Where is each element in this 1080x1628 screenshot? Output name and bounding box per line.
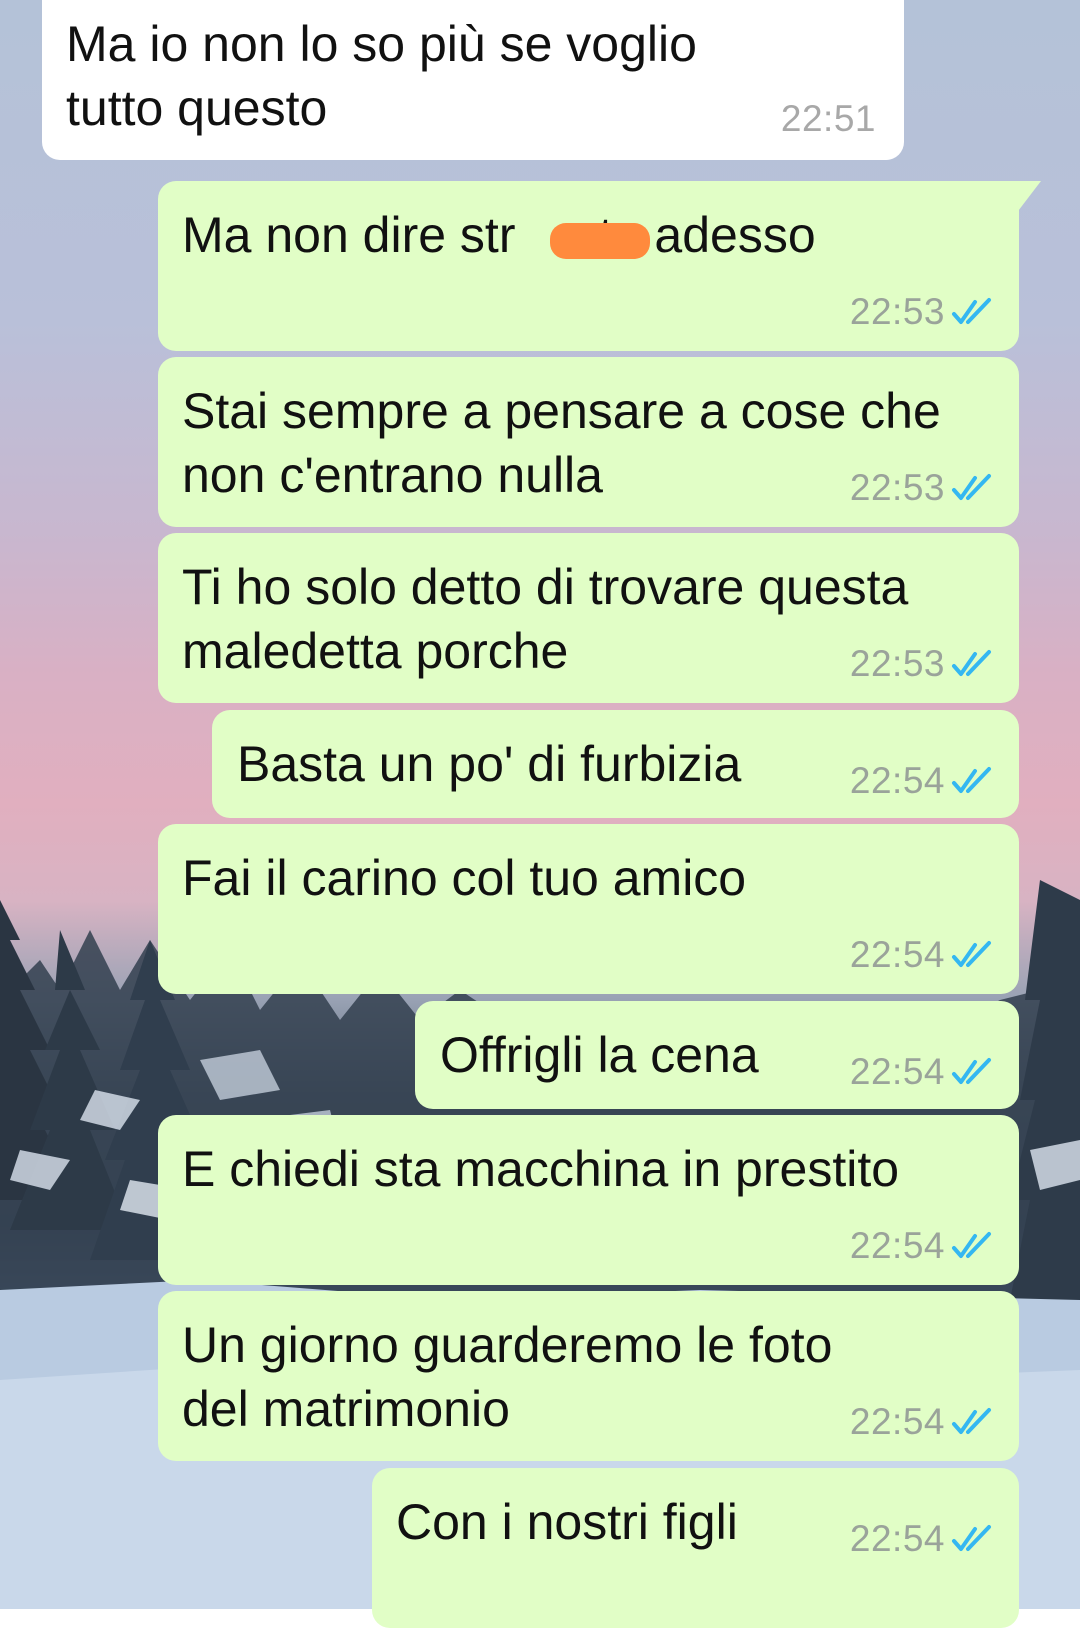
read-double-tick-icon <box>952 1408 991 1434</box>
read-double-tick-icon <box>952 767 991 793</box>
outgoing-message[interactable]: Ti ho solo detto di trovare questa maled… <box>158 533 1019 703</box>
message-text: Ma io non lo so più se voglio tutto ques… <box>66 16 697 136</box>
message-meta: 22:53 <box>850 643 997 685</box>
message-text: Un giorno guarderemo le foto del matrimo… <box>182 1317 833 1437</box>
read-double-tick-icon <box>952 1058 991 1084</box>
read-double-tick-icon <box>952 941 991 967</box>
message-meta: 22:54 <box>850 934 997 976</box>
message-meta: 22:53 <box>850 291 997 333</box>
message-text: Stai sempre a pensare a cose che non c'e… <box>182 383 941 503</box>
message-time: 22:54 <box>849 1051 945 1092</box>
message-text: Ti ho solo detto di trovare questa maled… <box>182 559 909 679</box>
message-meta: 22:54 <box>850 1401 997 1443</box>
message-time: 22:53 <box>849 643 945 684</box>
message-meta: 22:54 <box>850 1225 997 1267</box>
message-time: 22:51 <box>780 98 876 139</box>
outgoing-message[interactable]: Stai sempre a pensare a cose che non c'e… <box>158 357 1019 527</box>
message-text: E chiedi sta macchina in prestito <box>182 1141 900 1197</box>
message-time: 22:54 <box>849 934 945 975</box>
message-text: Con i nostri figli <box>396 1494 738 1550</box>
outgoing-message[interactable]: Un giorno guarderemo le foto del matrimo… <box>158 1291 1019 1461</box>
outgoing-message[interactable]: Con i nostri figli 22:54 <box>372 1468 1019 1628</box>
message-text: Ma non dire str ate adesso <box>182 207 816 263</box>
message-text: Basta un po' di furbizia <box>237 736 742 792</box>
message-meta: 22:51 <box>781 98 876 140</box>
message-time: 22:54 <box>849 1518 945 1559</box>
message-time: 22:54 <box>849 760 945 801</box>
message-meta: 22:53 <box>850 467 997 509</box>
message-time: 22:54 <box>849 1401 945 1442</box>
message-text: Fai il carino col tuo amico <box>182 850 747 906</box>
redaction-mark <box>550 223 650 259</box>
message-time: 22:53 <box>849 467 945 508</box>
read-double-tick-icon <box>952 298 991 324</box>
incoming-message[interactable]: Ma io non lo so più se voglio tutto ques… <box>42 0 904 160</box>
read-double-tick-icon <box>952 1232 991 1258</box>
outgoing-message[interactable]: Offrigli la cena 22:54 <box>415 1001 1019 1109</box>
outgoing-message[interactable]: E chiedi sta macchina in prestito 22:54 <box>158 1115 1019 1285</box>
message-meta: 22:54 <box>850 1518 997 1560</box>
read-double-tick-icon <box>952 1525 991 1551</box>
outgoing-message[interactable]: Fai il carino col tuo amico 22:54 <box>158 824 1019 994</box>
message-time: 22:53 <box>849 291 945 332</box>
message-time: 22:54 <box>849 1225 945 1266</box>
read-double-tick-icon <box>952 474 991 500</box>
read-double-tick-icon <box>952 650 991 676</box>
message-meta: 22:54 <box>850 1051 997 1093</box>
outgoing-message[interactable]: Basta un po' di furbizia 22:54 <box>212 710 1019 818</box>
message-meta: 22:54 <box>850 760 997 802</box>
outgoing-message[interactable]: Ma non dire str ate adesso 22:53 <box>158 181 1019 351</box>
message-text: Offrigli la cena <box>440 1027 759 1083</box>
